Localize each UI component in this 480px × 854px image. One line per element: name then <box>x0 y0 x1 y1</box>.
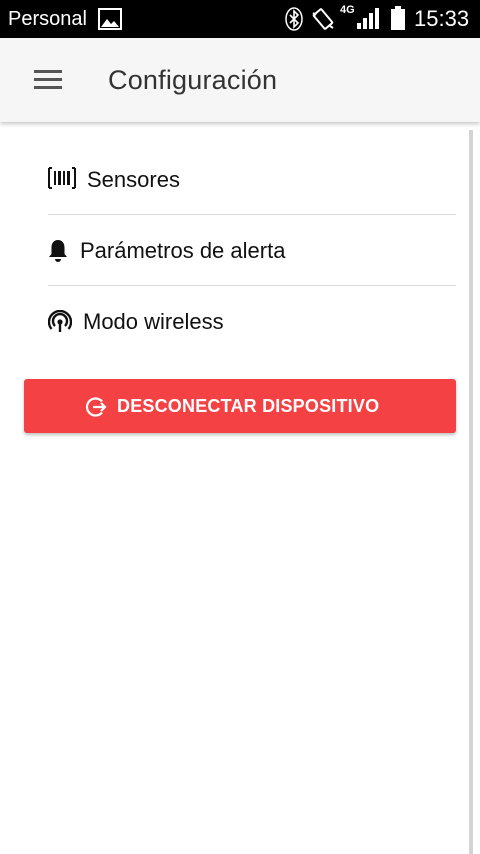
disconnect-device-button[interactable]: DESCONECTAR DISPOSITIVO <box>24 379 456 433</box>
menu-item-label: Sensores <box>87 167 180 192</box>
scrollbar[interactable] <box>469 130 473 854</box>
logout-icon <box>85 397 107 417</box>
carrier-name: Personal <box>8 8 87 30</box>
app-bar: Configuración <box>0 38 480 122</box>
menu-icon[interactable] <box>34 68 62 90</box>
settings-content: Sensores Parámetros de alerta Modo wirel… <box>0 122 480 854</box>
bluetooth-icon <box>285 7 303 31</box>
status-bar: Personal 4G 15:33 <box>0 0 480 38</box>
menu-item-modo-wireless[interactable]: Modo wireless <box>48 286 456 356</box>
wireless-icon <box>48 310 72 332</box>
bell-icon <box>49 240 67 262</box>
image-notification-icon <box>98 8 122 30</box>
network-type: 4G <box>340 4 355 16</box>
clock: 15:33 <box>414 6 470 31</box>
page-title: Configuración <box>108 65 278 95</box>
menu-item-sensores[interactable]: Sensores <box>48 144 456 215</box>
barcode-icon <box>48 167 76 189</box>
menu-item-label: Parámetros de alerta <box>80 238 286 263</box>
menu-item-parametros-alerta[interactable]: Parámetros de alerta <box>48 215 456 286</box>
menu-item-label: Modo wireless <box>83 309 224 334</box>
disconnect-button-label: DESCONECTAR DISPOSITIVO <box>117 396 380 416</box>
signal-icon <box>357 8 379 29</box>
vibrate-icon <box>312 8 334 30</box>
battery-icon <box>391 6 405 30</box>
settings-menu: Sensores Parámetros de alerta Modo wirel… <box>48 144 456 356</box>
